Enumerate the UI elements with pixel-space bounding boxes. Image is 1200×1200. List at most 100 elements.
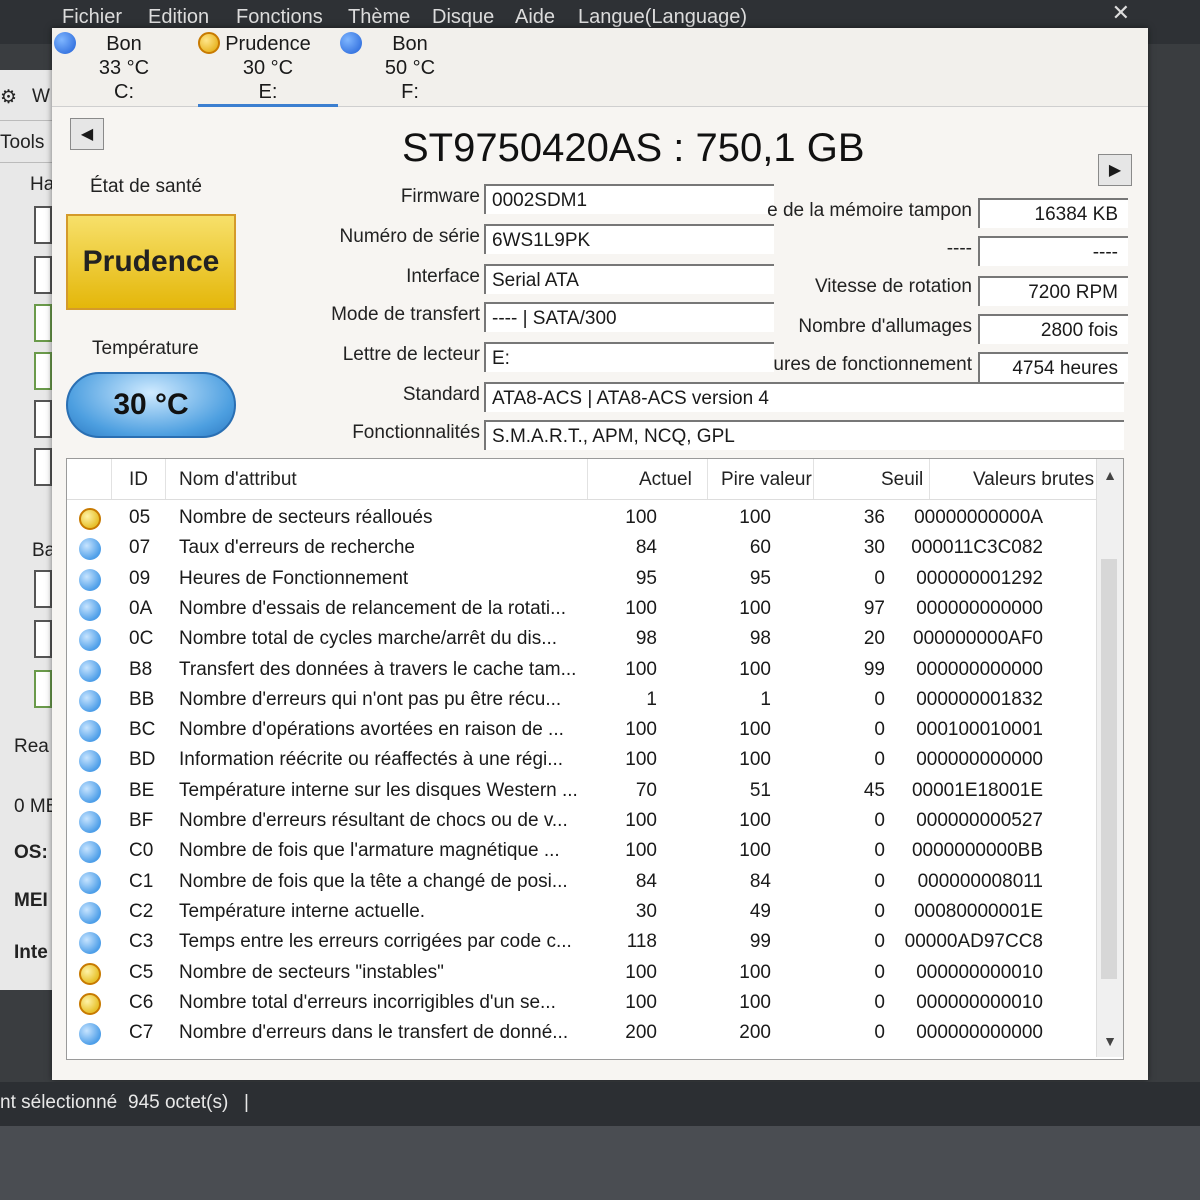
cell-worst: 99 [749,931,771,953]
cell-raw-value: 000000001832 [916,688,1043,710]
table-row[interactable]: 09 Heures de Fonctionnement 95 95 0 000000001… [67,564,1087,595]
status-dot-icon [79,598,101,621]
status-dot-icon [340,32,362,54]
cell-current: 100 [625,810,657,831]
cell-attribute-name: Heures de Fonctionnement [179,567,409,589]
table-row[interactable]: BE Température interne sur les disques We… [67,776,1087,807]
table-row[interactable]: C2 Température interne actuelle. 30 49 0 0008… [67,897,1087,928]
cell-threshold: 0 [874,991,885,1013]
table-row[interactable]: 05 Nombre de secteurs réalloués 100 100 36 00… [67,503,1087,534]
close-icon[interactable]: ✕ [1112,0,1130,26]
drive-temp: 50 °C [384,57,436,79]
table-row[interactable]: C0 Nombre de fois que l'armature magnétiq… [67,836,1087,867]
cell-threshold: 0 [874,810,885,831]
cell-worst: 100 [739,658,771,680]
health-status-badge[interactable]: Prudence [66,214,236,310]
table-row[interactable]: 07 Taux d'erreurs de recherche 84 60 30 00001… [67,533,1087,564]
menu-help[interactable]: Aide [515,6,555,29]
divider [587,459,588,499]
checkbox[interactable] [34,670,52,708]
cell-worst: 100 [739,840,771,862]
scrollbar-thumb[interactable] [1101,559,1117,979]
checkbox[interactable] [34,400,52,438]
checkbox[interactable] [34,206,52,244]
cell-threshold: 0 [874,931,885,953]
table-row[interactable]: BB Nombre d'erreurs qui n'ont pas pu être… [67,685,1087,716]
cell-raw-value: 00080000001E [914,900,1043,922]
drive-letter-label: Lettre de lecteur [342,344,480,365]
standard-field: ATA8-ACS | ATA8-ACS version 4 [484,382,1124,412]
menu-language[interactable]: Langue(Language) [578,6,747,29]
disk-title: ST9750420AS : 750,1 GB [402,126,865,170]
table-row[interactable]: C6 Nombre total d'erreurs incorrigibles d… [67,988,1087,1019]
cell-worst: 51 [749,779,771,801]
cell-attribute-name: Nombre d'opérations avortées en raison d… [179,719,564,741]
unknown-label: ---- [946,238,972,259]
cell-worst: 49 [749,900,771,922]
transfer-mode-field: ---- | SATA/300 [484,302,774,332]
table-row[interactable]: C1 Nombre de fois que la tête a changé de… [67,867,1087,898]
cell-current: 98 [635,628,657,650]
table-row[interactable]: BC Nombre d'opérations avortées en raison… [67,715,1087,746]
menu-disk[interactable]: Disque [432,6,494,29]
temperature-badge[interactable]: 30 °C [66,372,236,438]
chevron-up-icon[interactable]: ▲ [1097,467,1123,483]
table-row[interactable]: C7 Nombre d'erreurs dans le transfert de … [67,1018,1087,1049]
table-scrollbar[interactable]: ▲ ▼ [1096,459,1123,1057]
col-threshold[interactable]: Seuil [881,469,923,491]
cell-current: 100 [625,961,657,983]
power-on-count-label: Nombre d'allumages [798,316,972,337]
table-row[interactable]: 0C Nombre total de cycles marche/arrêt du… [67,624,1087,655]
cell-threshold: 36 [863,507,885,528]
gear-icon: ⚙ [0,87,18,108]
cell-attribute-name: Nombre de fois que la tête a changé de p… [179,870,568,892]
drive-tab-e[interactable]: Prudence 30 °C E: [198,32,338,107]
status-dot-icon [79,568,101,591]
cell-attribute-name: Taux d'erreurs de recherche [179,537,415,559]
menu-file[interactable]: Fichier [62,6,122,29]
cell-threshold: 97 [863,597,885,619]
col-worst[interactable]: Pire valeur [721,469,812,491]
checkbox[interactable] [34,448,52,486]
table-row[interactable]: C5 Nombre de secteurs "instables" 100 100 0 0… [67,958,1087,989]
cell-raw-value: 000000000000 [916,1022,1043,1044]
cell-attribute-name: Information réécrite ou réaffectés à une… [179,749,564,771]
checkbox[interactable] [34,256,52,294]
table-row[interactable]: BF Nombre d'erreurs résultant de chocs ou… [67,806,1087,837]
col-raw-values[interactable]: Valeurs brutes [973,469,1094,491]
table-row[interactable]: 0A Nombre d'essais de relancement de la r… [67,594,1087,625]
bg-label-rea: Rea [14,736,49,757]
previous-disk-button[interactable]: ◀ [70,118,104,150]
cell-worst: 100 [739,749,771,771]
table-row[interactable]: B8 Transfert des données à travers le cac… [67,655,1087,686]
next-disk-button[interactable]: ▶ [1098,154,1132,186]
status-dot-icon [79,901,101,924]
table-row[interactable]: BD Information réécrite ou réaffectés à u… [67,745,1087,776]
status-dot-icon [79,962,101,985]
table-row[interactable]: C3 Temps entre les erreurs corrigées par … [67,927,1087,958]
status-dot-icon [79,932,101,955]
menu-theme[interactable]: Thème [348,6,410,29]
drive-tab-f[interactable]: Bon 50 °C F: [340,32,480,104]
cell-worst: 100 [739,810,771,831]
checkbox[interactable] [34,620,52,658]
checkbox[interactable] [34,304,52,342]
drive-tab-c[interactable]: Bon 33 °C C: [54,32,194,104]
status-dot-icon [79,689,101,712]
checkbox[interactable] [34,352,52,390]
col-attribute-name[interactable]: Nom d'attribut [179,469,297,491]
cell-threshold: 0 [874,749,885,771]
menu-functions[interactable]: Fonctions [236,6,323,29]
checkbox[interactable] [34,570,52,608]
cell-threshold: 20 [863,628,885,650]
arrow-left-icon: ◀ [80,126,94,143]
menu-edit[interactable]: Edition [148,6,209,29]
col-id[interactable]: ID [129,469,148,491]
cell-worst: 100 [739,507,771,528]
chevron-down-icon[interactable]: ▼ [1097,1033,1123,1049]
bg-label-os: OS: [14,842,48,863]
status-dot-icon [198,32,220,54]
status-dot-icon [79,538,101,561]
col-current[interactable]: Actuel [639,469,692,491]
cell-current: 30 [635,900,657,922]
